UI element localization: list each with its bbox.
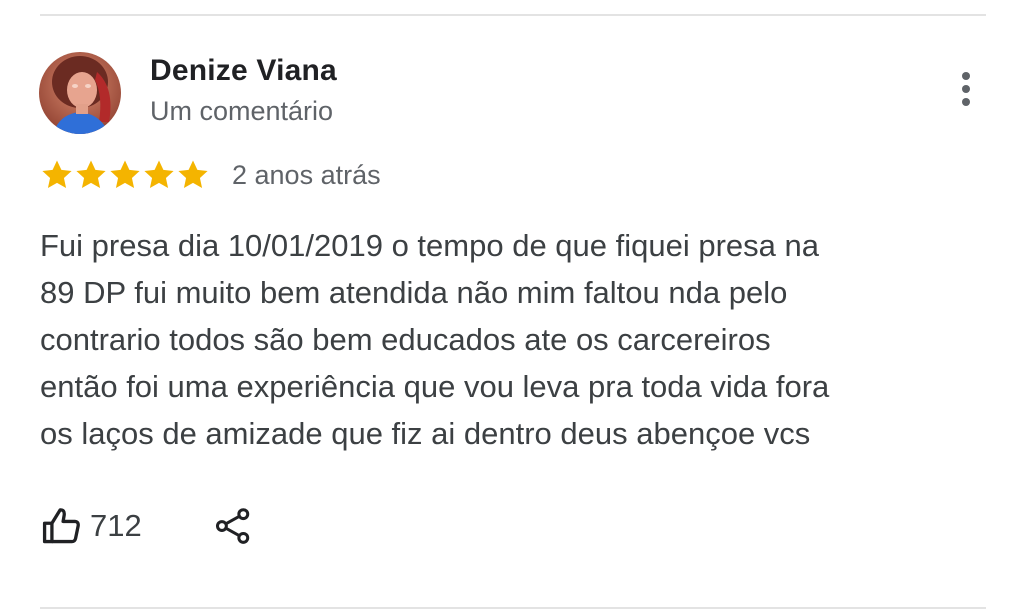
star-icon (40, 158, 74, 192)
review-actions: 712 (40, 500, 252, 552)
author-name[interactable]: Denize Viana (150, 54, 337, 88)
star-icon (108, 158, 142, 192)
more-vert-icon (962, 72, 970, 80)
share-button[interactable] (214, 500, 252, 552)
avatar-photo-icon (39, 52, 121, 134)
rating-row: 2 anos atrás (40, 153, 381, 197)
author-review-count: Um comentário (150, 96, 334, 126)
like-button[interactable]: 712 (40, 500, 142, 552)
star-icon (74, 158, 108, 192)
review-text-line: então foi uma experiência que vou leva p… (40, 369, 830, 404)
review-text-line: contrario todos são bem educados ate os … (40, 322, 771, 357)
top-divider (40, 14, 986, 16)
share-icon (215, 508, 249, 544)
star-icon (176, 158, 210, 192)
more-options-button[interactable] (948, 66, 984, 112)
like-count: 712 (90, 508, 142, 543)
review-text: Fui presa dia 10/01/2019 o tempo de que … (40, 222, 940, 457)
review-text-line: Fui presa dia 10/01/2019 o tempo de que … (40, 228, 819, 263)
star-icon (142, 158, 176, 192)
star-rating (40, 158, 210, 192)
thumb-up-icon (42, 508, 80, 544)
bottom-divider (40, 607, 986, 609)
author-avatar[interactable] (39, 52, 121, 134)
review-text-line: os laços de amizade que fiz ai dentro de… (40, 416, 811, 451)
review-time: 2 anos atrás (232, 159, 381, 190)
review-text-line: 89 DP fui muito bem atendida não mim fal… (40, 275, 788, 310)
